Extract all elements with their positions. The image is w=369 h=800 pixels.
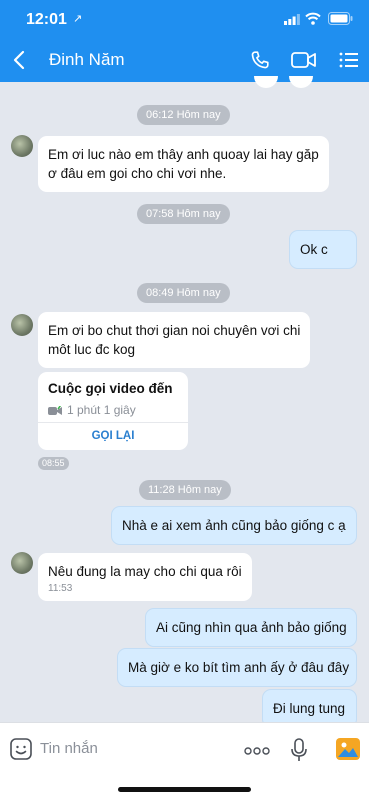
- time-separator: 07:58 Hôm nay: [137, 204, 230, 224]
- contact-name[interactable]: Đinh Năm: [49, 50, 125, 70]
- image-icon[interactable]: [336, 738, 360, 760]
- message-text: Mà giờ e ko bít tìm anh ấy ở đâu đây: [128, 660, 350, 675]
- phone-icon[interactable]: [249, 49, 271, 71]
- message-time: 08:55: [38, 457, 69, 470]
- message-input[interactable]: Tin nhắn: [40, 740, 98, 757]
- message-bubble-incoming[interactable]: Nêu đung la may cho chi qua rôi 11:53: [38, 553, 252, 601]
- message-text: Đi lung tung: [273, 701, 346, 716]
- message-bubble-incoming[interactable]: Em ơi luc nào em thây anh quoay lai hay …: [38, 136, 329, 192]
- chat-header: Đinh Năm: [0, 38, 369, 82]
- call-duration: 1 phút 1 giây: [48, 403, 136, 417]
- status-time: 12:01: [26, 11, 67, 28]
- video-camera-icon[interactable]: [291, 51, 317, 69]
- list-menu-icon[interactable]: [339, 51, 359, 69]
- time-separator: 06:12 Hôm nay: [137, 105, 230, 125]
- avatar[interactable]: [11, 314, 33, 336]
- message-text: Em ơi luc nào em thây anh quoay lai hay …: [48, 147, 319, 162]
- message-text: môt luc đc kog: [48, 342, 136, 357]
- time-separator: 08:49 Hôm nay: [137, 283, 230, 303]
- wifi-icon: [305, 12, 321, 25]
- message-text: Ai cũng nhìn qua ảnh bảo giống: [156, 620, 347, 635]
- message-bubble-outgoing[interactable]: Ok c: [289, 230, 357, 269]
- call-title: Cuộc gọi video đến: [48, 381, 173, 396]
- message-text: ơ đâu em goi cho chi vơi nhe.: [48, 166, 227, 181]
- call-back-button[interactable]: GỌI LẠI: [38, 430, 188, 442]
- message-composer: Tin nhắn: [0, 722, 369, 800]
- message-text: Ok c: [300, 242, 328, 257]
- incoming-video-call-icon: [48, 405, 62, 415]
- message-bubble-outgoing[interactable]: Ai cũng nhìn qua ảnh bảo giống: [145, 608, 357, 647]
- more-dots-icon[interactable]: [244, 747, 270, 755]
- message-text: Nhà e ai xem ảnh cũng bảo giống c ạ: [122, 518, 346, 533]
- emoji-icon[interactable]: [10, 738, 32, 760]
- message-list[interactable]: 06:12 Hôm nay Em ơi luc nào em thây anh …: [0, 76, 369, 728]
- battery-icon: [328, 12, 353, 25]
- avatar[interactable]: [11, 135, 33, 157]
- back-button[interactable]: [10, 48, 30, 72]
- message-bubble-outgoing[interactable]: Mà giờ e ko bít tìm anh ấy ở đâu đây: [117, 648, 357, 687]
- status-bar: 12:01 ↗: [0, 0, 369, 38]
- message-bubble-outgoing[interactable]: Nhà e ai xem ảnh cũng bảo giống c ạ: [111, 506, 357, 545]
- reaction-chip[interactable]: [254, 76, 278, 88]
- time-separator: 11:28 Hôm nay: [139, 480, 231, 500]
- divider: [38, 422, 188, 423]
- message-time: 11:53: [48, 583, 73, 594]
- home-indicator: [118, 787, 251, 792]
- location-icon: ↗: [73, 13, 83, 25]
- message-text: Em ơi bo chut thơi gian noi chuyên vơi c…: [48, 323, 301, 338]
- reaction-chip[interactable]: [289, 76, 313, 88]
- signal-icon: [284, 14, 300, 25]
- avatar[interactable]: [11, 552, 33, 574]
- microphone-icon[interactable]: [290, 738, 308, 762]
- message-bubble-incoming[interactable]: Em ơi bo chut thơi gian noi chuyên vơi c…: [38, 312, 311, 368]
- video-call-card[interactable]: Cuộc gọi video đến 1 phút 1 giây GỌI LẠI: [38, 372, 188, 450]
- message-text: Nêu đung la may cho chi qua rôi: [48, 564, 242, 579]
